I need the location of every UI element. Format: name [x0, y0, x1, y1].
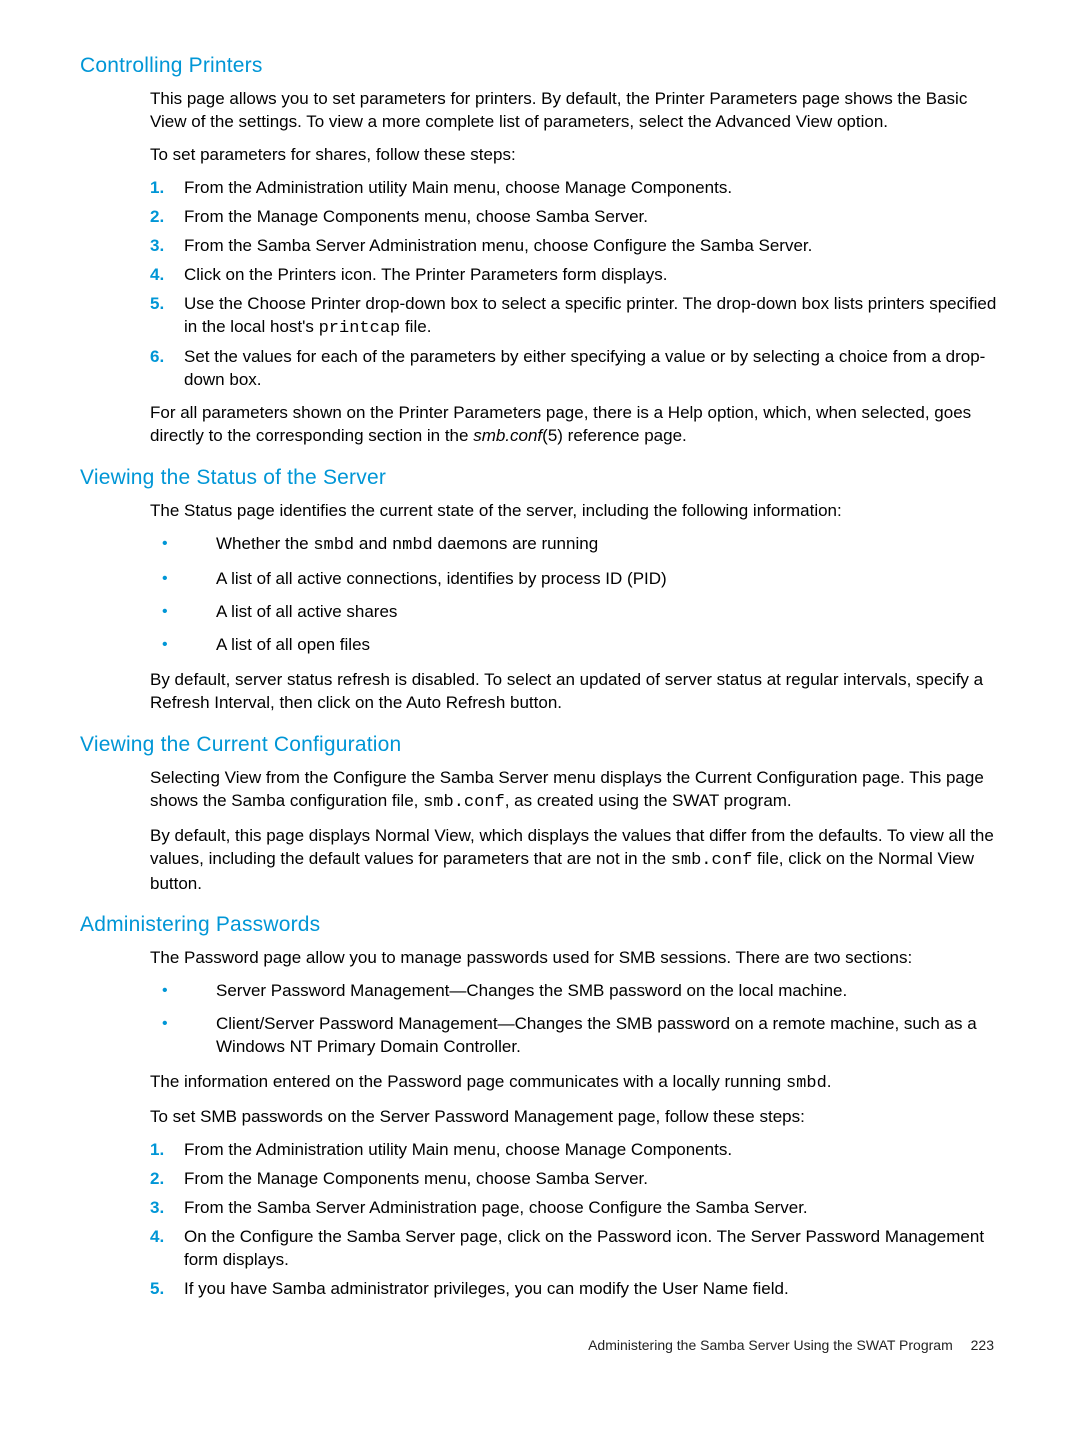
step-text: From the Administration utility Main men…: [184, 1139, 732, 1162]
code-run: smbd: [786, 1074, 827, 1093]
section-body: This page allows you to set parameters f…: [150, 88, 1000, 448]
list-item: 5 Use the Choose Printer drop-down box t…: [150, 293, 1000, 341]
step-text: From the Manage Components menu, choose …: [184, 1168, 648, 1191]
text-run: file.: [400, 317, 431, 336]
paragraph: The Password page allow you to manage pa…: [150, 947, 1000, 970]
page-number: 223: [971, 1337, 994, 1353]
list-item: 3From the Samba Server Administration me…: [150, 235, 1000, 258]
step-number: 3: [150, 1197, 184, 1220]
bullet-icon: •: [150, 980, 216, 1003]
bullet-text: Server Password Management—Changes the S…: [216, 980, 847, 1003]
list-item: 1From the Administration utility Main me…: [150, 177, 1000, 200]
bullet-icon: •: [150, 601, 216, 624]
step-text: Use the Choose Printer drop-down box to …: [184, 293, 1000, 341]
text-run: and: [354, 534, 392, 553]
step-number: 2: [150, 1168, 184, 1191]
heading-admin-passwords: Administering Passwords: [80, 913, 1000, 937]
text-run: (5) reference page.: [542, 426, 687, 445]
paragraph: To set parameters for shares, follow the…: [150, 144, 1000, 167]
paragraph: By default, this page displays Normal Vi…: [150, 825, 1000, 896]
text-run: daemons are running: [433, 534, 598, 553]
bullet-icon: •: [150, 533, 216, 558]
bullet-text: A list of all active shares: [216, 601, 397, 624]
bullet-list: •Server Password Management—Changes the …: [150, 980, 1000, 1059]
code-run: smb.conf: [671, 851, 753, 870]
paragraph: This page allows you to set parameters f…: [150, 88, 1000, 134]
text-run: The information entered on the Password …: [150, 1072, 786, 1091]
step-number: 6: [150, 346, 184, 392]
heading-controlling-printers: Controlling Printers: [80, 54, 1000, 78]
step-text: From the Samba Server Administration men…: [184, 235, 812, 258]
section-body: The Status page identifies the current s…: [150, 500, 1000, 715]
paragraph: Selecting View from the Configure the Sa…: [150, 767, 1000, 815]
bullet-icon: •: [150, 568, 216, 591]
bullet-list: • Whether the smbd and nmbd daemons are …: [150, 533, 1000, 657]
list-item: •A list of all active shares: [150, 601, 1000, 624]
bullet-text: A list of all active connections, identi…: [216, 568, 667, 591]
text-run: , as created using the SWAT program.: [505, 791, 792, 810]
step-number: 3: [150, 235, 184, 258]
list-item: 3From the Samba Server Administration pa…: [150, 1197, 1000, 1220]
text-run: .: [827, 1072, 832, 1091]
list-item: •A list of all open files: [150, 634, 1000, 657]
step-text: Click on the Printers icon. The Printer …: [184, 264, 667, 287]
step-number: 4: [150, 1226, 184, 1272]
step-number: 1: [150, 1139, 184, 1162]
paragraph: The information entered on the Password …: [150, 1071, 1000, 1096]
bullet-icon: •: [150, 1013, 216, 1059]
paragraph: For all parameters shown on the Printer …: [150, 402, 1000, 448]
step-number: 1: [150, 177, 184, 200]
emphasis-run: smb.conf: [473, 426, 542, 445]
step-text: From the Samba Server Administration pag…: [184, 1197, 808, 1220]
list-item: 1From the Administration utility Main me…: [150, 1139, 1000, 1162]
paragraph: By default, server status refresh is dis…: [150, 669, 1000, 715]
text-run: Use the Choose Printer drop-down box to …: [184, 294, 996, 336]
heading-viewing-config: Viewing the Current Configuration: [80, 733, 1000, 757]
list-item: 2From the Manage Components menu, choose…: [150, 1168, 1000, 1191]
bullet-icon: •: [150, 634, 216, 657]
heading-viewing-status: Viewing the Status of the Server: [80, 466, 1000, 490]
code-run: smbd: [313, 536, 354, 555]
code-run: smb.conf: [423, 793, 505, 812]
step-number: 4: [150, 264, 184, 287]
paragraph: The Status page identifies the current s…: [150, 500, 1000, 523]
ordered-list: 1From the Administration utility Main me…: [150, 177, 1000, 393]
list-item: 6Set the values for each of the paramete…: [150, 346, 1000, 392]
document-page: Controlling Printers This page allows yo…: [0, 0, 1080, 1393]
list-item: 4On the Configure the Samba Server page,…: [150, 1226, 1000, 1272]
step-number: 5: [150, 1278, 184, 1301]
step-text: From the Administration utility Main men…: [184, 177, 732, 200]
list-item: •Server Password Management—Changes the …: [150, 980, 1000, 1003]
step-number: 2: [150, 206, 184, 229]
page-footer: Administering the Samba Server Using the…: [80, 1337, 1000, 1353]
step-text: Set the values for each of the parameter…: [184, 346, 1000, 392]
bullet-text: Client/Server Password Management—Change…: [216, 1013, 1000, 1059]
bullet-text: A list of all open files: [216, 634, 370, 657]
text-run: Whether the: [216, 534, 313, 553]
step-text: On the Configure the Samba Server page, …: [184, 1226, 1000, 1272]
list-item: • Whether the smbd and nmbd daemons are …: [150, 533, 1000, 558]
step-text: If you have Samba administrator privileg…: [184, 1278, 789, 1301]
footer-text: Administering the Samba Server Using the…: [588, 1337, 953, 1353]
section-body: The Password page allow you to manage pa…: [150, 947, 1000, 1300]
step-number: 5: [150, 293, 184, 341]
list-item: •Client/Server Password Management—Chang…: [150, 1013, 1000, 1059]
list-item: 2From the Manage Components menu, choose…: [150, 206, 1000, 229]
bullet-text: Whether the smbd and nmbd daemons are ru…: [216, 533, 598, 558]
ordered-list: 1From the Administration utility Main me…: [150, 1139, 1000, 1301]
paragraph: To set SMB passwords on the Server Passw…: [150, 1106, 1000, 1129]
code-run: printcap: [319, 319, 401, 338]
step-text: From the Manage Components menu, choose …: [184, 206, 648, 229]
section-body: Selecting View from the Configure the Sa…: [150, 767, 1000, 896]
code-run: nmbd: [392, 536, 433, 555]
list-item: 5If you have Samba administrator privile…: [150, 1278, 1000, 1301]
list-item: •A list of all active connections, ident…: [150, 568, 1000, 591]
list-item: 4Click on the Printers icon. The Printer…: [150, 264, 1000, 287]
